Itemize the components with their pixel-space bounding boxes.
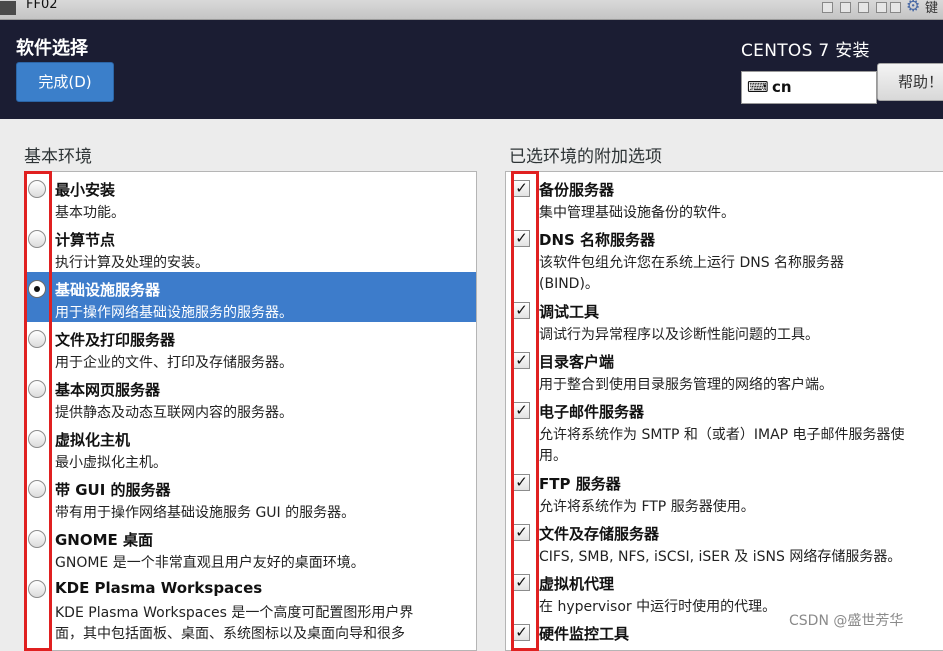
environment-option[interactable]: 基础设施服务器用于操作网络基础设施服务的服务器。 <box>25 272 476 322</box>
addon-name: DNS 名称服务器 <box>539 231 656 249</box>
environment-option[interactable]: KDE Plasma Workspaces KDE Plasma Workspac… <box>25 572 476 650</box>
install-title: CENTOS 7 安装 <box>741 41 870 61</box>
environment-name: GNOME 桌面 <box>55 531 154 549</box>
environment-name: 带 GUI 的服务器 <box>55 481 171 499</box>
checkbox[interactable]: ✓ <box>513 474 530 491</box>
addon-name: 硬件监控工具 <box>539 625 630 643</box>
addon-description: 允许将系统作为 SMTP 和（或者）IMAP 电子邮件服务器使 <box>539 427 905 443</box>
checkbox[interactable]: ✓ <box>513 180 530 197</box>
addon-option[interactable]: ✓ 虚拟机代理在 hypervisor 中运行时使用的代理。 <box>506 566 943 616</box>
checkbox[interactable]: ✓ <box>513 402 530 419</box>
window-control-button[interactable] <box>858 2 869 13</box>
radio-button[interactable] <box>28 580 46 598</box>
environment-name: 基础设施服务器 <box>55 281 161 299</box>
checkbox[interactable]: ✓ <box>513 230 530 247</box>
addon-description: 调试行为异常程序以及诊断性能问题的工具。 <box>539 327 819 343</box>
keyboard-icon: ⌨ <box>747 78 769 96</box>
addon-description: 该软件包组允许您在系统上运行 DNS 名称服务器 <box>539 255 845 271</box>
addon-option[interactable]: ✓ 文件及存储服务器 CIFS, SMB, NFS, iSCSI, iSER 及 i… <box>506 516 943 566</box>
radio-button[interactable] <box>28 380 46 398</box>
environment-description: 用于操作网络基础设施服务的服务器。 <box>55 305 293 321</box>
checkbox[interactable]: ✓ <box>513 524 530 541</box>
window-title: FF02 <box>26 0 58 12</box>
environment-description: 提供静态及动态互联网内容的服务器。 <box>55 405 293 421</box>
environment-description: 最小虚拟化主机。 <box>55 455 167 471</box>
environment-name: 最小安装 <box>55 181 116 199</box>
window-control-button[interactable] <box>890 2 901 13</box>
addon-description-line2: 用。 <box>539 448 567 464</box>
base-environment-heading: 基本环境 <box>24 147 92 167</box>
environment-name: 计算节点 <box>55 231 116 249</box>
environment-description: 用于企业的文件、打印及存储服务器。 <box>55 355 293 371</box>
addon-list: ✓ 备份服务器集中管理基础设施备份的软件。 ✓ DNS 名称服务器该软件包组允许您在系… <box>505 171 943 651</box>
radio-button[interactable] <box>28 180 46 198</box>
addon-description: 在 hypervisor 中运行时使用的代理。 <box>539 599 777 615</box>
checkbox[interactable]: ✓ <box>513 624 530 641</box>
environment-option[interactable]: 最小安装 基本功能。 <box>25 172 476 222</box>
addon-name: 调试工具 <box>539 303 600 321</box>
environment-option[interactable]: 文件及打印服务器用于企业的文件、打印及存储服务器。 <box>25 322 476 372</box>
checkbox[interactable]: ✓ <box>513 302 530 319</box>
addon-option[interactable]: ✓ 电子邮件服务器允许将系统作为 SMTP 和（或者）IMAP 电子邮件服务器使用… <box>506 394 943 466</box>
radio-button[interactable] <box>28 280 46 298</box>
environment-description: GNOME 是一个非常直观且用户友好的桌面环境。 <box>55 555 365 571</box>
environment-description-line2: 面，其中包括面板、桌面、系统图标以及桌面向导和很多 <box>55 626 405 642</box>
checkbox[interactable]: ✓ <box>513 574 530 591</box>
environment-description: 带有用于操作网络基础设施服务 GUI 的服务器。 <box>55 505 356 521</box>
addon-option[interactable]: ✓ 目录客户端用于整合到使用目录服务管理的网络的客户端。 <box>506 344 943 394</box>
help-button[interactable]: 帮助！ <box>877 63 943 101</box>
environment-name: 虚拟化主机 <box>55 431 131 449</box>
addon-name: 虚拟机代理 <box>539 575 615 593</box>
environment-name: 文件及打印服务器 <box>55 331 176 349</box>
environment-name: 基本网页服务器 <box>55 381 161 399</box>
radio-button[interactable] <box>28 530 46 548</box>
watermark: CSDN @盛世芳华 <box>789 613 904 629</box>
environment-description: KDE Plasma Workspaces 是一个高度可配置图形用户界 <box>55 605 414 621</box>
radio-button[interactable] <box>28 430 46 448</box>
addon-description: 用于整合到使用目录服务管理的网络的客户端。 <box>539 377 833 393</box>
environment-option[interactable]: 基本网页服务器提供静态及动态互联网内容的服务器。 <box>25 372 476 422</box>
radio-button[interactable] <box>28 330 46 348</box>
window-control-button[interactable] <box>840 2 851 13</box>
addon-option[interactable]: ✓ 调试工具调试行为异常程序以及诊断性能问题的工具。 <box>506 294 943 344</box>
addon-description-line2: (BIND)。 <box>539 276 599 292</box>
addon-name: 电子邮件服务器 <box>539 403 645 421</box>
keyboard-layout-indicator[interactable]: ⌨ cn <box>741 71 877 104</box>
radio-button[interactable] <box>28 230 46 248</box>
addon-description: CIFS, SMB, NFS, iSCSI, iSER 及 iSNS 网络存储服… <box>539 549 902 565</box>
window-control-button[interactable] <box>876 2 887 13</box>
environment-description: 基本功能。 <box>55 205 125 221</box>
window-corner-text: 键 <box>925 1 939 16</box>
done-button[interactable]: 完成(D) <box>16 62 114 102</box>
addon-option[interactable]: ✓ FTP 服务器允许将系统作为 FTP 服务器使用。 <box>506 466 943 516</box>
checkbox[interactable]: ✓ <box>513 352 530 369</box>
addons-heading: 已选环境的附加选项 <box>509 147 662 167</box>
page-title: 软件选择 <box>16 38 88 59</box>
gear-icon[interactable]: ⚙ <box>906 0 920 15</box>
addon-name: 文件及存储服务器 <box>539 525 660 543</box>
radio-button[interactable] <box>28 480 46 498</box>
environment-description: 执行计算及处理的安装。 <box>55 255 209 271</box>
window-icon <box>0 1 16 15</box>
addon-name: FTP 服务器 <box>539 475 621 493</box>
header-bar: 软件选择 完成(D) CENTOS 7 安装 ⌨ cn 帮助！ <box>0 20 943 119</box>
environment-option[interactable]: 虚拟化主机最小虚拟化主机。 <box>25 422 476 472</box>
addon-description: 集中管理基础设施备份的软件。 <box>539 205 735 221</box>
environment-option[interactable]: 计算节点执行计算及处理的安装。 <box>25 222 476 272</box>
addon-name: 备份服务器 <box>539 181 615 199</box>
window-control-button[interactable] <box>822 2 833 13</box>
base-environment-list: 最小安装基本功能。计算节点执行计算及处理的安装。 基础设施服务器用于操作网络基础设… <box>24 171 477 651</box>
addon-option[interactable]: ✓ 备份服务器集中管理基础设施备份的软件。 <box>506 172 943 222</box>
environment-option[interactable]: 带 GUI 的服务器带有用于操作网络基础设施服务 GUI 的服务器。 <box>25 472 476 522</box>
window-titlebar: FF02 ⚙ 键 <box>0 0 943 20</box>
addon-option[interactable]: ✓ DNS 名称服务器该软件包组允许您在系统上运行 DNS 名称服务器 (BIND)… <box>506 222 943 294</box>
addon-description: 允许将系统作为 FTP 服务器使用。 <box>539 499 755 515</box>
environment-option[interactable]: GNOME 桌面 GNOME 是一个非常直观且用户友好的桌面环境。 <box>25 522 476 572</box>
addon-name: 目录客户端 <box>539 353 615 371</box>
environment-name: KDE Plasma Workspaces <box>55 579 263 597</box>
keyboard-layout-value: cn <box>772 78 792 96</box>
